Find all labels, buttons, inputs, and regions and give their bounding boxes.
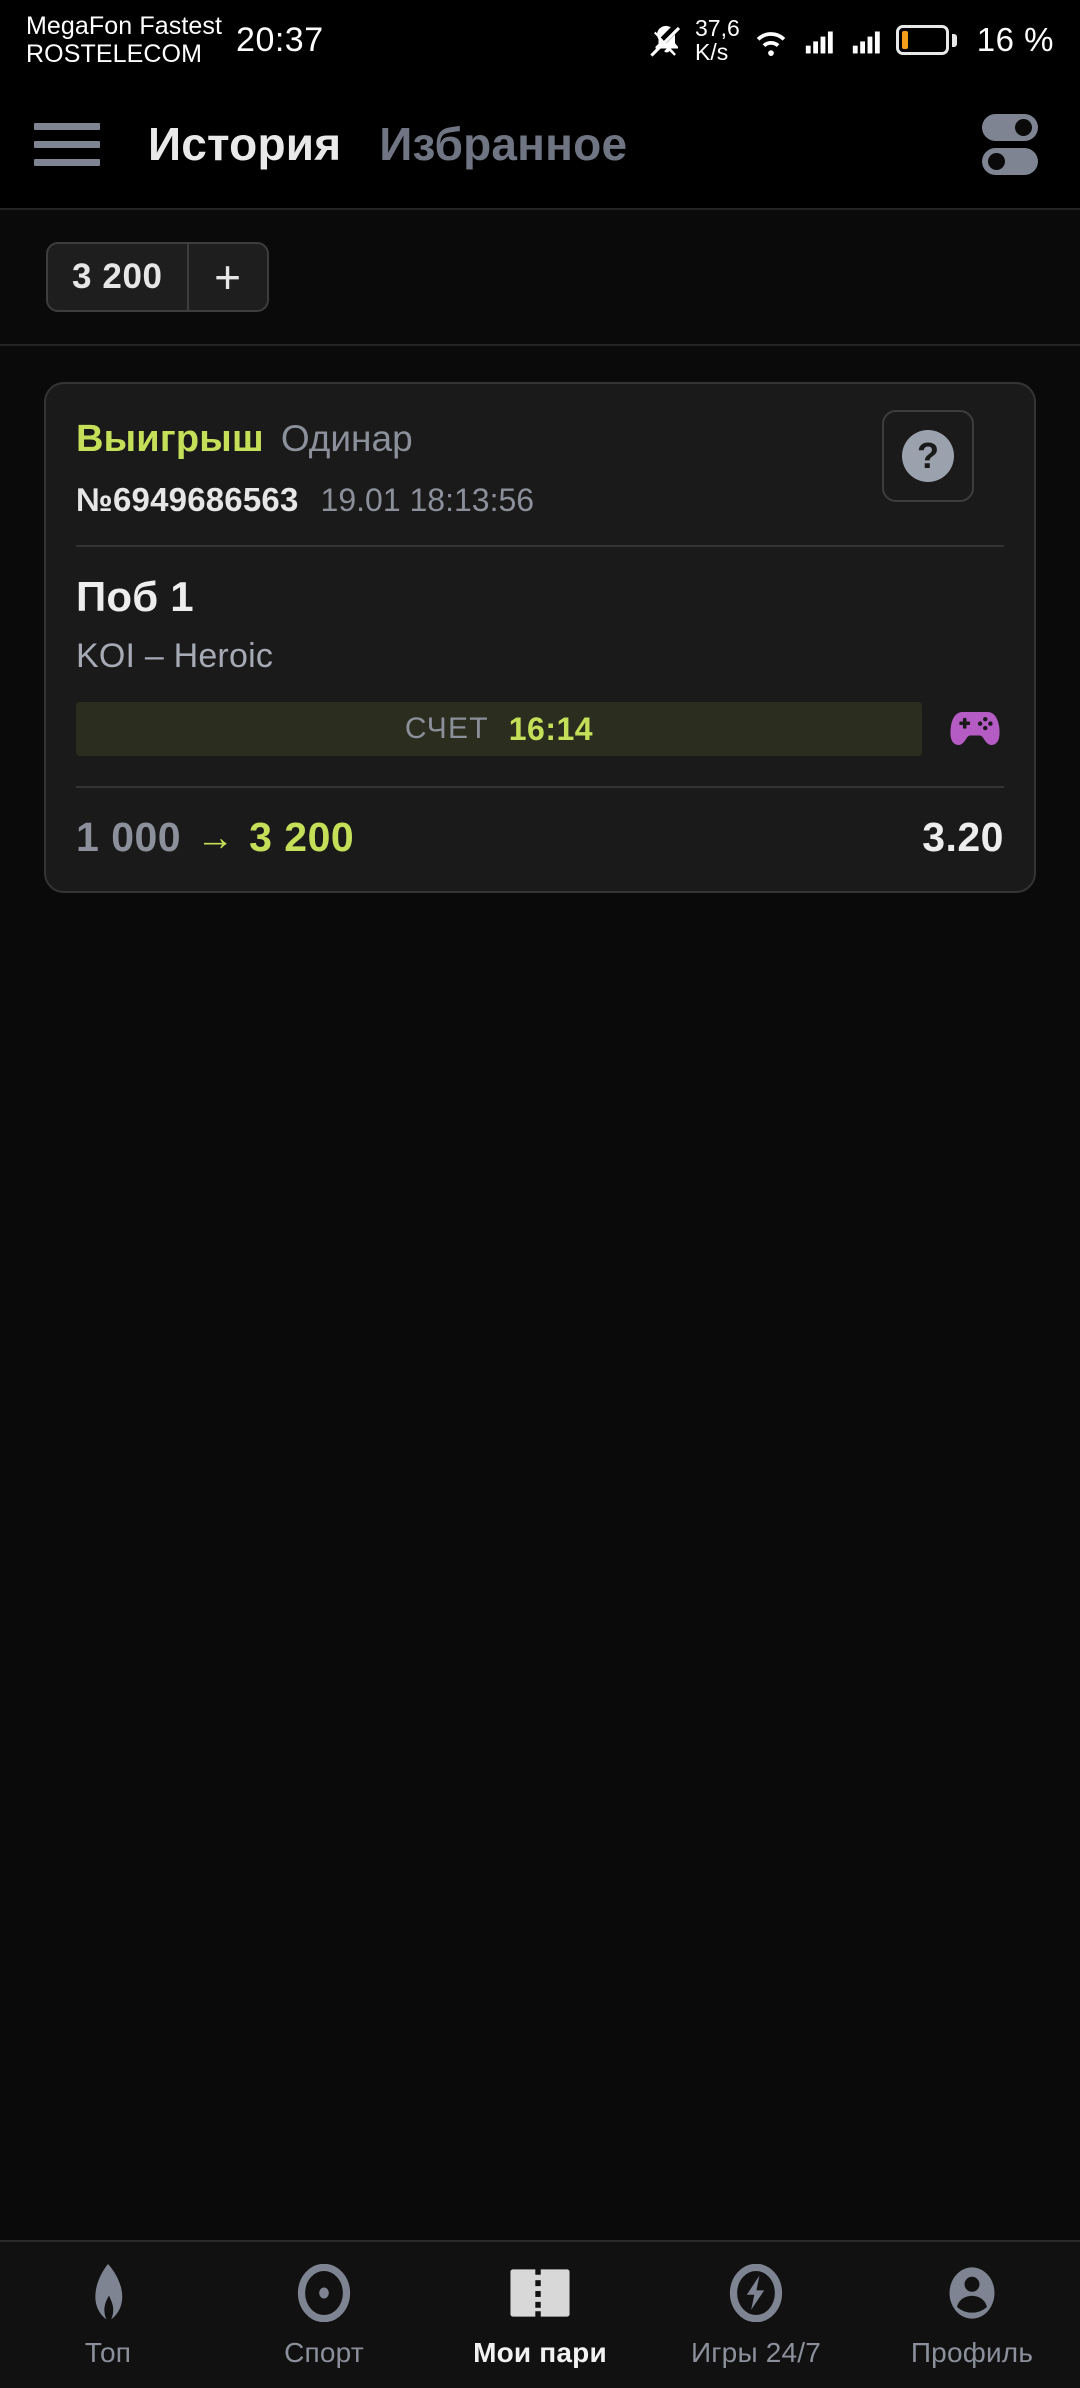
carrier-line-1: MegaFon Fastest <box>26 12 223 40</box>
tab-favorites[interactable]: Избранное <box>379 117 627 171</box>
question-mark-icon: ? <box>902 430 954 482</box>
toggles-filter-icon[interactable] <box>974 108 1046 180</box>
nav-item-games[interactable]: Игры 24/7 <box>648 2242 864 2388</box>
nav-item-profile[interactable]: Профиль <box>864 2242 1080 2388</box>
match-teams: KOI – Heroic <box>76 637 274 675</box>
nav-item-sport[interactable]: Спорт <box>216 2242 432 2388</box>
bet-type-label: Одинар <box>280 418 413 459</box>
ticket-icon <box>508 2262 572 2324</box>
bets-list: Выигрыш Одинар №6949686563 19.01 18:13:5… <box>0 346 1080 2240</box>
score-bar: СЧЕТ 16:14 <box>76 702 922 756</box>
network-speed-value: 37,6 <box>695 14 740 41</box>
app-header: История Избранное <box>0 80 1080 210</box>
bell-muted-icon <box>650 25 681 57</box>
help-button[interactable]: ? <box>882 410 974 502</box>
score-value: 16:14 <box>508 710 594 747</box>
tab-history[interactable]: История <box>148 117 341 171</box>
balance-row: 3 200 + <box>0 210 1080 346</box>
hamburger-menu-icon[interactable] <box>34 122 100 166</box>
nav-label-top: Топ <box>84 2336 132 2368</box>
status-clock: 20:37 <box>236 20 324 59</box>
payout-amount: 3 200 <box>249 814 355 860</box>
target-ball-icon <box>296 2262 352 2324</box>
carrier-line-2: ROSTELECOM <box>26 40 203 68</box>
person-icon <box>944 2262 1000 2324</box>
arrow-right-icon: → <box>196 816 235 859</box>
score-label: СЧЕТ <box>404 712 489 745</box>
battery-percent: 16 % <box>976 21 1054 58</box>
cellular-signal-icon <box>805 31 833 54</box>
status-badge: Выигрыш <box>76 418 264 460</box>
gamepad-icon <box>946 702 1004 756</box>
balance-chip[interactable]: 3 200 + <box>46 242 269 312</box>
nav-label-profile: Профиль <box>910 2336 1034 2368</box>
score-row: СЧЕТ 16:14 <box>76 702 1004 756</box>
balance-amount: 3 200 <box>72 257 163 296</box>
nav-item-top[interactable]: Топ <box>0 2242 216 2388</box>
carrier-names: MegaFon Fastest ROSTELECOM <box>26 12 222 68</box>
network-speed-unit: K/s <box>695 39 729 65</box>
bet-pick: Поб 1 <box>76 573 194 620</box>
deposit-button[interactable]: + <box>189 244 267 310</box>
bet-footer: 1 000 → 3 200 3.20 <box>76 786 1004 891</box>
battery-icon <box>895 25 957 55</box>
amounts-group: 1 000 → 3 200 <box>76 814 354 861</box>
stake-amount: 1 000 <box>76 814 182 860</box>
nav-item-my-bets[interactable]: Мои пари <box>432 2242 648 2388</box>
odds-value: 3.20 <box>922 814 1004 860</box>
bet-selection: Поб 1 KOI – Heroic СЧЕТ 16:14 <box>76 547 1004 756</box>
bet-id: №6949686563 <box>76 481 299 518</box>
flame-icon <box>86 2262 130 2324</box>
app-screen: MegaFon Fastest ROSTELECOM 20:37 37,6 K/… <box>0 0 1080 2388</box>
bottom-navigation: Топ Спорт Мои пари Игры 24/7 Профиль <box>0 2240 1080 2388</box>
nav-label-sport: Спорт <box>284 2336 364 2368</box>
bet-timestamp: 19.01 18:13:56 <box>320 482 535 518</box>
network-speed: 37,6 K/s <box>695 16 740 64</box>
nav-label-games: Игры 24/7 <box>690 2336 822 2368</box>
status-icons: 37,6 K/s 16 % <box>648 16 1054 64</box>
wifi-icon <box>756 32 786 56</box>
bet-card[interactable]: Выигрыш Одинар №6949686563 19.01 18:13:5… <box>44 382 1036 893</box>
cellular-signal-icon <box>852 31 880 54</box>
lightning-bolt-icon <box>728 2262 784 2324</box>
nav-label-my-bets: Мои пари <box>473 2336 607 2368</box>
status-bar: MegaFon Fastest ROSTELECOM 20:37 37,6 K/… <box>0 0 1080 80</box>
header-tabs: История Избранное <box>148 117 627 171</box>
bet-card-header: Выигрыш Одинар №6949686563 19.01 18:13:5… <box>76 384 1004 545</box>
